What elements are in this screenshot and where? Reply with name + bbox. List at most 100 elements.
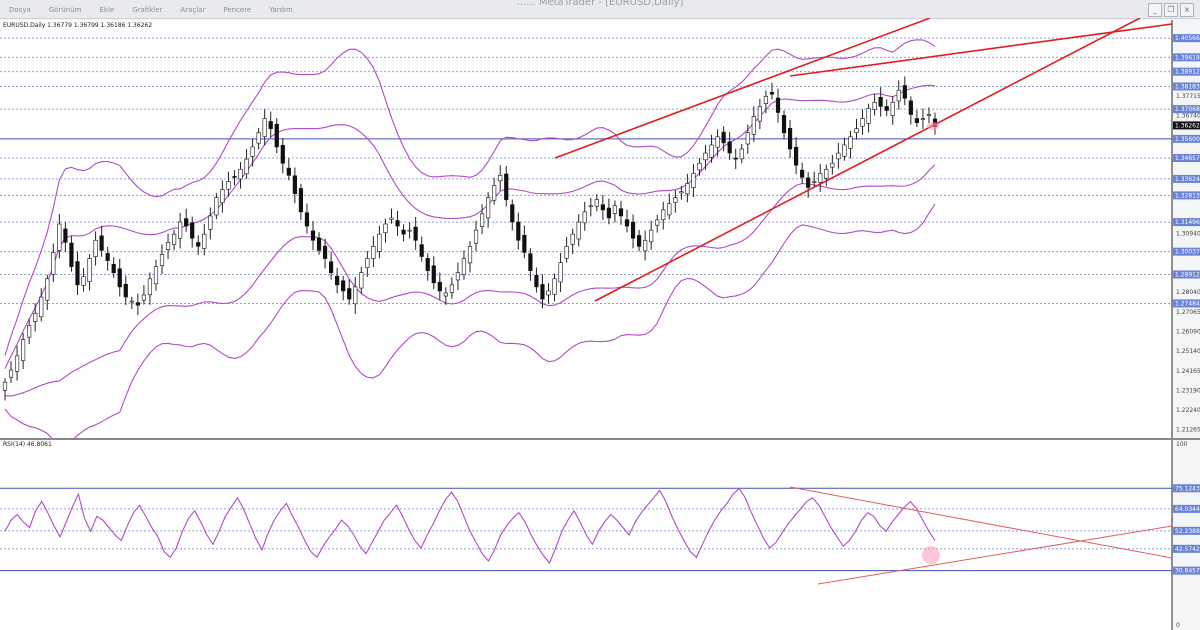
candle-body <box>413 226 418 241</box>
candle-body <box>51 252 56 275</box>
price-tag: 1.33624 <box>1175 176 1200 183</box>
chart-area[interactable]: 1.405661.396181.389121.381831.377151.370… <box>0 18 1200 630</box>
price-tick-label: 1.36740 <box>1176 113 1200 120</box>
candle-body <box>202 233 207 249</box>
price-tag: 1.39618 <box>1175 54 1200 61</box>
candle-body <box>147 278 153 296</box>
menu-file[interactable]: Dosya <box>0 3 40 17</box>
candle-body <box>552 278 557 295</box>
price-tick-label: 1.25140 <box>1176 348 1200 355</box>
candle-body <box>842 144 847 157</box>
candle-body <box>395 220 400 227</box>
candle-body <box>419 244 424 257</box>
candle-body <box>69 242 74 267</box>
candle-body <box>129 300 134 303</box>
candle-body <box>347 288 352 300</box>
price-tick-label: 1.37715 <box>1176 93 1200 100</box>
candle-body <box>636 235 642 247</box>
price-tag: 1.31496 <box>1175 219 1200 226</box>
candle-body <box>860 118 865 127</box>
candle-body <box>63 228 68 243</box>
candle-body <box>184 218 189 227</box>
candle-body <box>643 239 648 252</box>
candle-body <box>57 223 62 251</box>
candle-body <box>208 215 213 230</box>
candle-body <box>715 136 720 148</box>
rsi-level-tag: 42.5742 <box>1175 546 1200 553</box>
candle-body <box>697 162 702 171</box>
menu-window[interactable]: Pencere <box>214 3 260 17</box>
candle-body <box>105 253 110 261</box>
candle-body <box>365 258 370 268</box>
candle-body <box>371 246 376 259</box>
rsi-level-tag: 30.8457 <box>1175 568 1200 575</box>
candle-body <box>39 296 44 318</box>
price-tag: 1.30037 <box>1175 249 1200 256</box>
candle-body <box>280 144 285 164</box>
candle-body <box>781 115 787 134</box>
rsi-level-tag: 64.0344 <box>1175 506 1200 513</box>
candle-body <box>292 175 297 194</box>
candle-body <box>920 118 926 120</box>
close-icon[interactable]: × <box>1180 3 1194 17</box>
candle-body <box>504 173 509 200</box>
window-controls: _ ❐ × <box>1148 3 1194 17</box>
menu-insert[interactable]: Ekle <box>90 3 123 17</box>
rsi-top-label: 100 <box>1176 441 1188 448</box>
price-tick-label: 1.24165 <box>1176 368 1200 375</box>
candle-body <box>854 128 859 134</box>
candle-body <box>14 355 20 372</box>
candle-body <box>467 246 473 264</box>
candle-body <box>492 185 497 201</box>
candle-body <box>546 290 551 296</box>
candle-body <box>407 229 412 232</box>
menu-view[interactable]: Görünüm <box>40 3 91 17</box>
rsi-level-tag: 75.1243 <box>1175 485 1200 492</box>
candle-body <box>455 272 461 281</box>
candle-body <box>812 181 817 183</box>
candle-body <box>268 121 273 130</box>
candle-body <box>171 233 177 245</box>
menu-help[interactable]: Yardım <box>260 3 302 17</box>
candle-body <box>661 209 666 221</box>
price-tag: 1.38183 <box>1175 83 1200 90</box>
candle-body <box>425 258 430 271</box>
candle-body <box>238 168 243 180</box>
candle-body <box>165 241 171 250</box>
menu-charts[interactable]: Grafikler <box>123 3 171 17</box>
candle-body <box>220 189 225 204</box>
candle-body <box>190 222 195 239</box>
candle-body <box>890 102 895 116</box>
metatrader-window: ...... MetaTrader - [EURUSD,Daily] Dosya… <box>0 0 1200 630</box>
candle-body <box>914 118 919 123</box>
price-tag: 1.34657 <box>1175 155 1200 162</box>
candle-body <box>763 95 769 104</box>
candle-body <box>775 97 781 113</box>
candle-body <box>437 281 442 292</box>
candle-body <box>896 89 901 102</box>
price-panel <box>0 20 1172 438</box>
candle-body <box>304 212 310 227</box>
candle-body <box>117 268 122 288</box>
candle-body <box>564 246 569 259</box>
minimize-icon[interactable]: _ <box>1148 3 1162 17</box>
candle-body <box>178 221 183 239</box>
menu-tools[interactable]: Araçlar <box>171 3 214 17</box>
candle-body <box>2 381 8 391</box>
candle-body <box>244 158 249 175</box>
restore-icon[interactable]: ❐ <box>1164 3 1178 17</box>
price-tick-label: 1.22240 <box>1176 407 1200 414</box>
chart-header: EURUSD,Daily 1.36779 1.36799 1.36186 1.3… <box>3 22 152 29</box>
price-tick-label: 1.26090 <box>1176 329 1200 336</box>
candle-body <box>878 97 883 107</box>
panel-separator[interactable] <box>0 438 1200 440</box>
candle-body <box>703 152 708 161</box>
candle-body <box>377 233 382 252</box>
candle-body <box>45 278 50 301</box>
candle-body <box>582 211 587 224</box>
candle-body <box>341 280 346 292</box>
price-tag: 1.38912 <box>1175 69 1200 76</box>
candle-body <box>649 229 654 243</box>
candle-body <box>769 92 775 95</box>
price-tick-label: 1.23190 <box>1176 388 1200 395</box>
